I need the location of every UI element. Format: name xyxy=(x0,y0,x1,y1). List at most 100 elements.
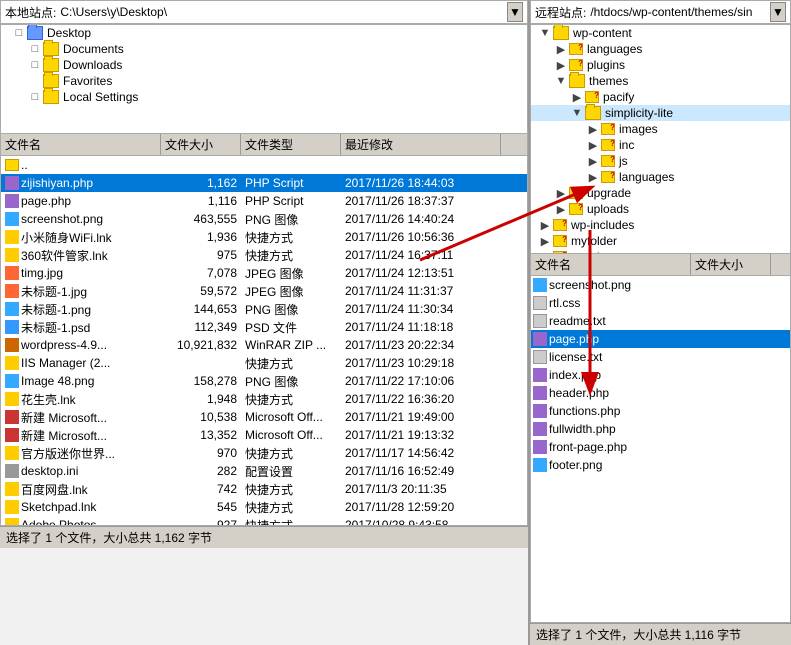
file-row-parent[interactable]: .. xyxy=(1,156,527,174)
right-col-size[interactable]: 文件大小 xyxy=(691,254,771,275)
right-file-row-readme[interactable]: readme.txt xyxy=(531,312,790,330)
tree-expand-pacify[interactable]: ▶ xyxy=(569,91,585,104)
tree-expand-simplicity-lite[interactable]: ▼ xyxy=(569,107,585,119)
css-icon xyxy=(533,296,547,310)
tree-item-languages-sub[interactable]: ▶ ? languages xyxy=(531,169,790,185)
left-col-size[interactable]: 文件大小 xyxy=(161,134,241,155)
tree-expand-uploads[interactable]: ▶ xyxy=(553,203,569,216)
png-icon xyxy=(5,302,19,316)
tree-item-myfolder[interactable]: ▶ ? myfolder xyxy=(531,233,790,249)
file-row-new-ms2[interactable]: 新建 Microsoft... 13,352 Microsoft Off... … xyxy=(1,426,527,444)
tree-expand-images[interactable]: ▶ xyxy=(585,123,601,136)
tree-label-upgrade: upgrade xyxy=(587,186,631,200)
file-row-xiaomi[interactable]: 小米随身WiFi.lnk 1,936 快捷方式 2017/11/26 10:56… xyxy=(1,228,527,246)
tree-expand-inc[interactable]: ▶ xyxy=(585,139,601,152)
tree-item-images[interactable]: ▶ ? images xyxy=(531,121,790,137)
file-row-adobe[interactable]: Adobe Photos... 927 快捷方式 2017/10/28 9:43… xyxy=(1,516,527,526)
tree-item-languages[interactable]: ▶ ? languages xyxy=(531,41,790,57)
tree-expand-wp-includes[interactable]: ▶ xyxy=(537,219,553,232)
file-row-sketchpad[interactable]: Sketchpad.lnk 545 快捷方式 2017/11/28 12:59:… xyxy=(1,498,527,516)
tree-item-desktop[interactable]: □ Desktop xyxy=(1,25,527,41)
file-row-baidu[interactable]: 百度网盘.lnk 742 快捷方式 2017/11/3 20:11:35 xyxy=(1,480,527,498)
right-file-row-license[interactable]: license.txt xyxy=(531,348,790,366)
tree-item-js[interactable]: ▶ ? js xyxy=(531,153,790,169)
folder-icon-plugins: ? xyxy=(569,59,583,71)
tree-item-plugins[interactable]: ▶ ? plugins xyxy=(531,57,790,73)
file-row-zijishiyan[interactable]: zijishiyan.php 1,162 PHP Script 2017/11/… xyxy=(1,174,527,192)
left-status-text: 选择了 1 个文件，大小总共 1,162 字节 xyxy=(6,529,212,546)
right-file-row-header[interactable]: header.php xyxy=(531,384,790,402)
tree-expand-desktop[interactable]: □ xyxy=(11,27,27,39)
tree-label-favorites: Favorites xyxy=(63,74,112,88)
file-row-wbt1-png[interactable]: 未标题-1.png 144,653 PNG 图像 2017/11/24 11:3… xyxy=(1,300,527,318)
right-path-dropdown[interactable]: ▼ xyxy=(770,2,786,22)
file-row-image48[interactable]: Image 48.png 158,278 PNG 图像 2017/11/22 1… xyxy=(1,372,527,390)
right-file-row-fullwidth[interactable]: fullwidth.php xyxy=(531,420,790,438)
tree-item-downloads[interactable]: □ Downloads xyxy=(1,57,527,73)
tree-expand-languages-sub[interactable]: ▶ xyxy=(585,171,601,184)
right-file-list[interactable]: screenshot.png rtl.css readme.txt page.p… xyxy=(530,276,791,623)
file-row-huashengke[interactable]: 花生壳.lnk 1,948 快捷方式 2017/11/22 16:36:20 xyxy=(1,390,527,408)
tree-item-documents[interactable]: □ Documents xyxy=(1,41,527,57)
tree-item-wp-includes[interactable]: ▶ ? wp-includes xyxy=(531,217,790,233)
right-file-row-frontpage[interactable]: front-page.php xyxy=(531,438,790,456)
folder-icon-js: ? xyxy=(601,155,615,167)
left-directory-tree[interactable]: □ Desktop □ Documents □ Downloads xyxy=(0,24,528,134)
tree-expand-myfolder[interactable]: ▶ xyxy=(537,235,553,248)
folder-icon-downloads xyxy=(43,58,59,72)
png-icon xyxy=(533,458,547,472)
file-row-page-php[interactable]: page.php 1,116 PHP Script 2017/11/26 18:… xyxy=(1,192,527,210)
right-file-row-functions[interactable]: functions.php xyxy=(531,402,790,420)
tree-expand-documents[interactable]: □ xyxy=(27,43,43,55)
right-file-list-header: 文件名 文件大小 xyxy=(530,254,791,276)
file-row-desktop-ini[interactable]: desktop.ini 282 配置设置 2017/11/16 16:52:49 xyxy=(1,462,527,480)
file-row-screenshot[interactable]: screenshot.png 463,555 PNG 图像 2017/11/26… xyxy=(1,210,527,228)
tree-expand-js[interactable]: ▶ xyxy=(585,155,601,168)
right-file-row-screenshot[interactable]: screenshot.png xyxy=(531,276,790,294)
left-path-value: C:\Users\y\Desktop\ xyxy=(60,5,507,19)
tree-item-favorites[interactable]: Favorites xyxy=(1,73,527,89)
folder-icon-simplicity-lite xyxy=(585,106,601,120)
right-file-row-page[interactable]: page.php xyxy=(531,330,790,348)
tree-expand-upgrade[interactable]: ▶ xyxy=(553,187,569,200)
file-row-iis[interactable]: IIS Manager (2... 快捷方式 2017/11/23 10:29:… xyxy=(1,354,527,372)
tree-expand-languages[interactable]: ▶ xyxy=(553,43,569,56)
tree-expand-local-settings[interactable]: □ xyxy=(27,91,43,103)
file-row-wbt1-jpg[interactable]: 未标题-1.jpg 59,572 JPEG 图像 2017/11/24 11:3… xyxy=(1,282,527,300)
tree-item-local-settings[interactable]: □ Local Settings xyxy=(1,89,527,105)
right-directory-tree[interactable]: ▼ wp-content ▶ ? languages ▶ ? plugins xyxy=(530,24,791,254)
tree-item-pacify[interactable]: ▶ ? pacify xyxy=(531,89,790,105)
right-file-row-footer[interactable]: footer.png xyxy=(531,456,790,474)
tree-expand-downloads[interactable]: □ xyxy=(27,59,43,71)
php-icon xyxy=(533,422,547,436)
file-row-timg[interactable]: timg.jpg 7,078 JPEG 图像 2017/11/24 12:13:… xyxy=(1,264,527,282)
tree-item-upgrade[interactable]: ▶ ? upgrade xyxy=(531,185,790,201)
left-col-type[interactable]: 文件类型 xyxy=(241,134,341,155)
tree-expand-wp-content[interactable]: ▼ xyxy=(537,27,553,39)
file-row-new-ms1[interactable]: 新建 Microsoft... 10,538 Microsoft Off... … xyxy=(1,408,527,426)
tree-item-uploads[interactable]: ▶ ? uploads xyxy=(531,201,790,217)
left-file-list[interactable]: .. zijishiyan.php 1,162 PHP Script 2017/… xyxy=(0,156,528,526)
left-path-dropdown[interactable]: ▼ xyxy=(507,2,523,22)
right-file-row-index[interactable]: index.php xyxy=(531,366,790,384)
tree-expand-themes[interactable]: ▼ xyxy=(553,75,569,87)
right-file-row-rtl[interactable]: rtl.css xyxy=(531,294,790,312)
tree-label-inc: inc xyxy=(619,138,634,152)
tree-item-simplicity-lite[interactable]: ▼ simplicity-lite xyxy=(531,105,790,121)
file-row-360[interactable]: 360软件管家.lnk 975 快捷方式 2017/11/24 16:37:11 xyxy=(1,246,527,264)
left-col-name[interactable]: 文件名 xyxy=(1,134,161,155)
folder-icon-languages-sub: ? xyxy=(601,171,615,183)
file-row-minishijie[interactable]: 官方版迷你世界... 970 快捷方式 2017/11/17 14:56:42 xyxy=(1,444,527,462)
folder-icon-desktop xyxy=(27,26,43,40)
php-icon xyxy=(533,368,547,382)
left-col-modified[interactable]: 最近修改 xyxy=(341,134,501,155)
tree-item-inc[interactable]: ▶ ? inc xyxy=(531,137,790,153)
php-icon xyxy=(533,332,547,346)
file-row-wbt1-psd[interactable]: 未标题-1.psd 112,349 PSD 文件 2017/11/24 11:1… xyxy=(1,318,527,336)
right-col-name[interactable]: 文件名 xyxy=(531,254,691,275)
tree-expand-plugins[interactable]: ▶ xyxy=(553,59,569,72)
tree-item-wp-content[interactable]: ▼ wp-content xyxy=(531,25,790,41)
tree-item-themes[interactable]: ▼ themes xyxy=(531,73,790,89)
lnk-icon xyxy=(5,392,19,406)
file-row-wordpress[interactable]: wordpress-4.9... 10,921,832 WinRAR ZIP .… xyxy=(1,336,527,354)
